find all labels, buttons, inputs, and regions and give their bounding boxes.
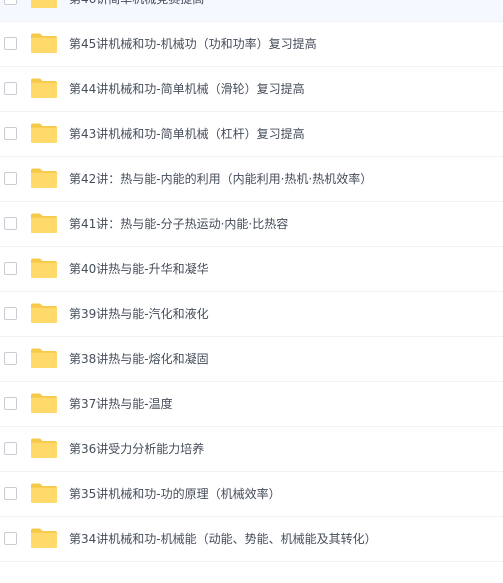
folder-icon	[30, 257, 58, 279]
row-checkbox[interactable]	[4, 0, 17, 5]
file-row[interactable]: 第40讲热与能-升华和凝华	[0, 247, 503, 292]
folder-icon	[30, 167, 58, 189]
folder-icon	[30, 0, 58, 9]
row-checkbox[interactable]	[4, 37, 17, 50]
file-name[interactable]: 第38讲热与能-熔化和凝固	[69, 337, 209, 382]
row-checkbox[interactable]	[4, 352, 17, 365]
file-name[interactable]: 第41讲：热与能-分子热运动·内能·比热容	[69, 202, 288, 247]
file-list: 第46讲简单机械竞赛提高 第45讲机械和功-机械功（功和功率）复习提高 第44讲…	[0, 0, 503, 562]
row-checkbox[interactable]	[4, 487, 17, 500]
folder-icon	[30, 212, 58, 234]
file-row[interactable]: 第37讲热与能-温度	[0, 382, 503, 427]
file-row[interactable]: 第46讲简单机械竞赛提高	[0, 0, 503, 22]
file-row[interactable]: 第44讲机械和功-简单机械（滑轮）复习提高	[0, 67, 503, 112]
file-name[interactable]: 第34讲机械和功-机械能（动能、势能、机械能及其转化）	[69, 517, 377, 562]
file-name[interactable]: 第42讲：热与能-内能的利用（内能利用·热机·热机效率）	[69, 157, 372, 202]
file-name[interactable]: 第37讲热与能-温度	[69, 382, 173, 427]
file-name[interactable]: 第44讲机械和功-简单机械（滑轮）复习提高	[69, 67, 305, 112]
file-row[interactable]: 第36讲受力分析能力培养	[0, 427, 503, 472]
file-row[interactable]: 第43讲机械和功-简单机械（杠杆）复习提高	[0, 112, 503, 157]
file-row[interactable]: 第35讲机械和功-功的原理（机械效率）	[0, 472, 503, 517]
folder-icon	[30, 392, 58, 414]
file-name[interactable]: 第45讲机械和功-机械功（功和功率）复习提高	[69, 22, 317, 67]
folder-icon	[30, 77, 58, 99]
row-checkbox[interactable]	[4, 397, 17, 410]
folder-icon	[30, 437, 58, 459]
file-name[interactable]: 第46讲简单机械竞赛提高	[69, 0, 204, 22]
folder-icon	[30, 122, 58, 144]
folder-icon	[30, 302, 58, 324]
row-checkbox[interactable]	[4, 82, 17, 95]
file-name[interactable]: 第43讲机械和功-简单机械（杠杆）复习提高	[69, 112, 305, 157]
row-checkbox[interactable]	[4, 442, 17, 455]
row-checkbox[interactable]	[4, 172, 17, 185]
file-name[interactable]: 第39讲热与能-汽化和液化	[69, 292, 209, 337]
file-row[interactable]: 第45讲机械和功-机械功（功和功率）复习提高	[0, 22, 503, 67]
file-row[interactable]: 第41讲：热与能-分子热运动·内能·比热容	[0, 202, 503, 247]
folder-icon	[30, 527, 58, 549]
file-name[interactable]: 第35讲机械和功-功的原理（机械效率）	[69, 472, 281, 517]
file-name[interactable]: 第40讲热与能-升华和凝华	[69, 247, 209, 292]
file-row[interactable]: 第39讲热与能-汽化和液化	[0, 292, 503, 337]
row-checkbox[interactable]	[4, 532, 17, 545]
folder-icon	[30, 32, 58, 54]
file-name[interactable]: 第36讲受力分析能力培养	[69, 427, 204, 472]
file-row[interactable]: 第42讲：热与能-内能的利用（内能利用·热机·热机效率）	[0, 157, 503, 202]
folder-icon	[30, 482, 58, 504]
file-row[interactable]: 第38讲热与能-熔化和凝固	[0, 337, 503, 382]
row-checkbox[interactable]	[4, 217, 17, 230]
file-row[interactable]: 第34讲机械和功-机械能（动能、势能、机械能及其转化）	[0, 517, 503, 562]
folder-icon	[30, 347, 58, 369]
row-checkbox[interactable]	[4, 262, 17, 275]
row-checkbox[interactable]	[4, 127, 17, 140]
row-checkbox[interactable]	[4, 307, 17, 320]
